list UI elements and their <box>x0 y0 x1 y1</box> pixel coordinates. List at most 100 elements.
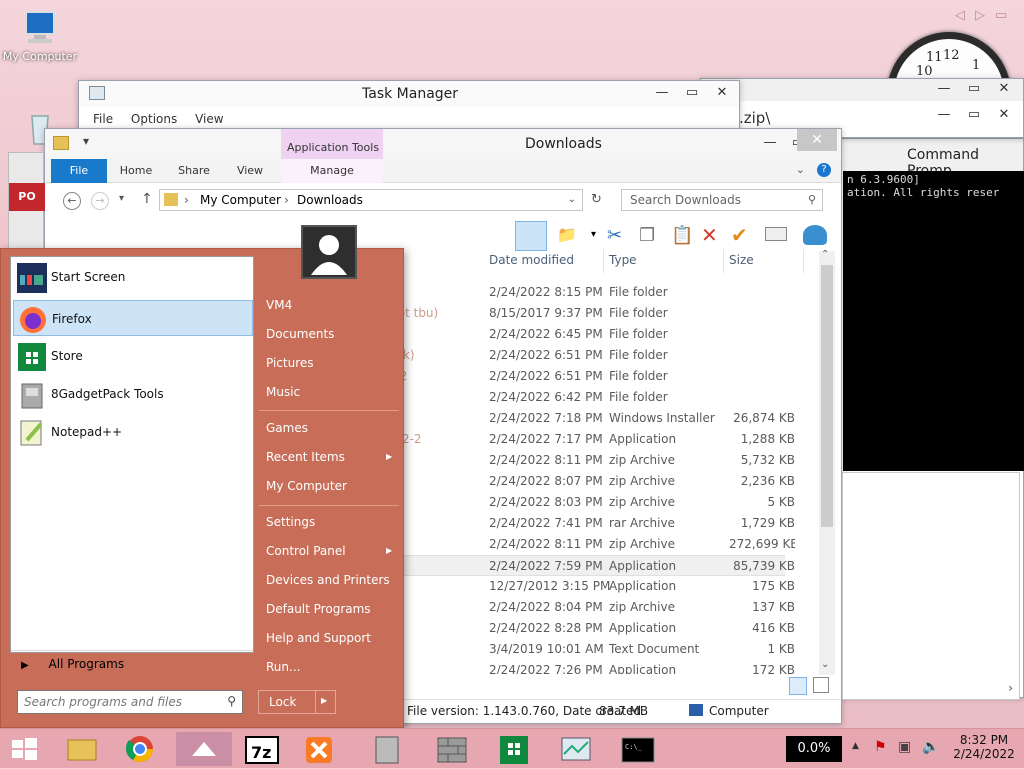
recent-locations-icon[interactable]: ▾ <box>119 193 124 204</box>
preview-pane-icon[interactable] <box>515 221 547 251</box>
minimize-button[interactable]: — <box>647 83 677 103</box>
lock-options-arrow-icon[interactable]: ▶ <box>321 696 327 705</box>
taskbar-store[interactable] <box>486 732 542 766</box>
check-icon[interactable]: ✔ <box>731 223 748 247</box>
breadcrumb-my-computer[interactable]: My Computer <box>200 190 281 210</box>
paste-icon[interactable]: 📋 <box>671 225 693 246</box>
minimize-button[interactable]: — <box>929 105 959 125</box>
ribbon-expand-icon[interactable]: ⌄ <box>796 163 805 176</box>
minimize-button[interactable]: — <box>929 79 959 99</box>
start-item-vm4[interactable]: VM4 <box>266 298 396 312</box>
search-input[interactable]: Search Downloads <box>630 190 741 210</box>
close-button[interactable]: ✕ <box>989 79 1019 99</box>
start-item-games[interactable]: Games <box>266 421 396 435</box>
refresh-icon[interactable]: ↻ <box>591 192 602 207</box>
close-button[interactable]: ✕ <box>989 105 1019 125</box>
desktop-icon-my-computer[interactable]: My Computer <box>0 8 80 63</box>
breadcrumb-downloads[interactable]: Downloads <box>297 190 363 210</box>
start-item-control-panel[interactable]: Control Panel <box>266 544 396 558</box>
maximize-button[interactable]: ▭ <box>959 79 989 99</box>
program-firefox[interactable]: Firefox <box>13 300 253 336</box>
taskbar-7zip[interactable]: 7z <box>234 732 290 766</box>
close-button[interactable]: ✕ <box>797 129 837 151</box>
shell-icon[interactable] <box>803 225 827 245</box>
search-icon[interactable]: ⚲ <box>227 694 236 708</box>
cut-icon[interactable]: ✂ <box>607 225 622 246</box>
program-start-screen[interactable]: Start Screen <box>13 259 253 295</box>
tab-view[interactable]: View <box>225 159 275 183</box>
start-item-help-support[interactable]: Help and Support <box>266 631 396 645</box>
column-type[interactable]: Type <box>609 253 637 267</box>
start-item-default-programs[interactable]: Default Programs <box>266 602 396 616</box>
search-icon[interactable]: ⚲ <box>808 190 816 210</box>
taskbar-app[interactable] <box>176 732 232 766</box>
start-item-pictures[interactable]: Pictures <box>266 356 396 370</box>
address-bar[interactable]: › My Computer › Downloads ⌄ <box>159 189 583 211</box>
taskbar-task-manager[interactable] <box>548 732 604 766</box>
program-notepadpp[interactable]: Notepad++ <box>13 414 253 450</box>
tab-home[interactable]: Home <box>111 159 161 183</box>
taskbar-cmd[interactable]: C:\_ <box>610 732 666 766</box>
up-icon[interactable]: ↑ <box>141 191 153 207</box>
start-item-settings[interactable]: Settings <box>266 515 396 529</box>
tab-file[interactable]: File <box>51 159 107 183</box>
quick-access-dropdown-icon[interactable]: ▾ <box>83 134 89 148</box>
minimize-button[interactable]: — <box>755 133 785 153</box>
cmd-console[interactable]: n 6.3.9600] ation. All rights reser <box>843 171 1024 471</box>
column-size[interactable]: Size <box>729 253 754 267</box>
menu-view[interactable]: View <box>195 112 223 126</box>
background-window[interactable]: PO <box>8 152 45 252</box>
maximize-button[interactable]: ▭ <box>677 83 707 103</box>
scrollbar-thumb[interactable] <box>821 265 833 527</box>
vertical-scrollbar[interactable] <box>819 251 835 675</box>
properties-icon[interactable] <box>765 227 787 241</box>
volume-icon[interactable]: 🔈 <box>922 739 939 755</box>
maximize-button[interactable]: ▭ <box>959 105 989 125</box>
start-search-input[interactable]: Search programs and files ⚲ <box>17 690 243 714</box>
scroll-right-icon[interactable]: › <box>1008 681 1013 695</box>
start-item-my-computer[interactable]: My Computer <box>266 479 396 493</box>
start-item-documents[interactable]: Documents <box>266 327 396 341</box>
back-icon[interactable]: ← <box>63 192 81 210</box>
large-icons-view-icon[interactable] <box>813 677 829 693</box>
clock[interactable]: 8:32 PM 2/24/2022 <box>950 733 1018 761</box>
address-dropdown-icon[interactable]: ⌄ <box>568 190 576 210</box>
copy-icon[interactable]: ❐ <box>639 225 655 246</box>
taskbar-xampp[interactable] <box>292 732 348 766</box>
column-date-modified[interactable]: Date modified <box>489 253 574 267</box>
gadget-next-icon[interactable]: ▷ <box>975 8 985 23</box>
start-item-recent-items[interactable]: Recent Items <box>266 450 396 464</box>
taskbar-chrome[interactable] <box>112 732 168 766</box>
folder-options-icon[interactable]: 📁 <box>557 225 577 244</box>
network-icon[interactable]: ▣ <box>898 739 911 755</box>
search-box[interactable]: Search Downloads ⚲ <box>621 189 823 211</box>
menu-file[interactable]: File <box>93 112 113 126</box>
start-menu[interactable]: Start Screen Firefox Store 8GadgetPack T… <box>0 225 404 728</box>
menu-options[interactable]: Options <box>131 112 177 126</box>
start-item-music[interactable]: Music <box>266 385 396 399</box>
tab-share[interactable]: Share <box>167 159 221 183</box>
scroll-up-icon[interactable]: ⌃ <box>821 249 829 260</box>
cpu-meter[interactable]: 0.0% <box>786 736 842 762</box>
user-picture[interactable] <box>301 225 357 279</box>
all-programs-button[interactable]: ▶ All Programs <box>21 657 124 671</box>
taskbar-gadgetpack[interactable] <box>360 732 416 766</box>
gadget-prev-icon[interactable]: ◁ <box>955 8 965 23</box>
start-item-devices-printers[interactable]: Devices and Printers <box>266 573 396 587</box>
program-8gadgetpack-tools[interactable]: 8GadgetPack Tools <box>13 376 253 412</box>
gadget-options-icon[interactable]: ▭ <box>995 8 1007 23</box>
forward-icon[interactable]: → <box>91 192 109 210</box>
show-hidden-icons[interactable]: ▲ <box>852 741 859 751</box>
lock-button[interactable]: Lock ▶ <box>258 690 336 714</box>
help-icon[interactable]: ? <box>817 163 831 177</box>
dropdown-icon[interactable]: ▾ <box>591 229 596 240</box>
program-store[interactable]: Store <box>13 338 253 374</box>
start-item-run[interactable]: Run... <box>266 660 396 674</box>
start-button[interactable] <box>0 732 48 766</box>
action-center-icon[interactable]: ⚑ <box>874 739 887 755</box>
tab-manage[interactable]: Manage <box>281 159 383 183</box>
close-button[interactable]: ✕ <box>707 83 737 103</box>
scroll-down-icon[interactable]: ⌄ <box>821 659 829 670</box>
taskbar-explorer[interactable] <box>54 732 110 766</box>
delete-icon[interactable]: ✕ <box>701 223 718 247</box>
